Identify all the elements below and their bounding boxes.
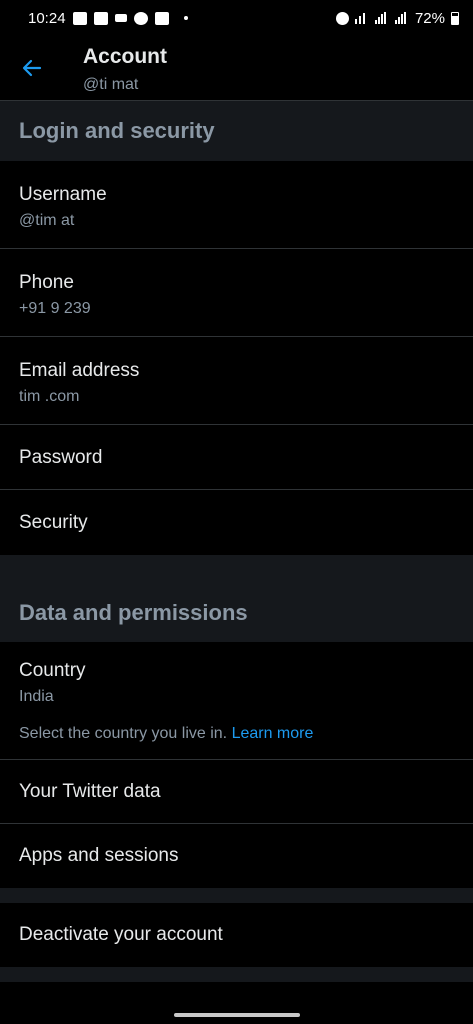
chat-icon [72, 11, 87, 25]
status-bar: 10:24 72% [0, 0, 473, 36]
call-signal-icon [394, 12, 409, 24]
news-icon [114, 14, 127, 22]
row-title: Country [19, 660, 86, 681]
status-left: 10:24 [28, 10, 188, 27]
email-value: tim .com [19, 388, 80, 405]
app-header: Account @ti mat [0, 36, 473, 101]
section-gap [0, 967, 473, 982]
more-notifications-icon [183, 16, 188, 20]
facebook-icon [133, 11, 148, 25]
apps-sessions-row[interactable]: Apps and sessions [0, 824, 473, 888]
learn-more-link[interactable]: Learn more [232, 725, 314, 742]
phone-value: +91 9 239 [19, 300, 91, 317]
email-row[interactable]: Email address tim .com [0, 337, 473, 425]
deactivate-row[interactable]: Deactivate your account [0, 903, 473, 967]
signal-icon [374, 12, 389, 24]
page-title: Account [83, 45, 167, 68]
row-title: Deactivate your account [19, 924, 223, 945]
alarm-icon [335, 11, 349, 25]
row-title: Password [19, 447, 103, 468]
battery-percent: 72% [414, 9, 445, 27]
country-row[interactable]: Country India Select the country you liv… [0, 642, 473, 760]
password-row[interactable]: Password [0, 425, 473, 490]
username-row[interactable]: Username @tim at [0, 161, 473, 249]
security-row[interactable]: Security [0, 490, 473, 555]
row-title: Your Twitter data [19, 781, 161, 802]
wifi-icon [354, 12, 369, 24]
status-right: 72% [335, 9, 459, 27]
section-gap [0, 888, 473, 903]
status-time: 10:24 [28, 9, 66, 27]
section-title: Login and security [19, 118, 215, 143]
username-value: @tim at [19, 212, 75, 229]
section-login-security: Login and security [0, 101, 473, 161]
row-title: Phone [19, 272, 74, 293]
arrow-left-icon [22, 59, 42, 77]
row-title: Apps and sessions [19, 845, 179, 866]
battery-icon [451, 11, 459, 25]
section-data-permissions: Data and permissions [0, 555, 473, 642]
twitter-data-row[interactable]: Your Twitter data [0, 760, 473, 824]
section-title: Data and permissions [19, 600, 248, 625]
app-icon [154, 11, 169, 25]
row-title: Username [19, 184, 107, 205]
country-value: India [19, 688, 54, 705]
country-note: Select the country you live in. Learn mo… [19, 725, 313, 743]
row-title: Security [19, 512, 88, 533]
phone-row[interactable]: Phone +91 9 239 [0, 249, 473, 337]
account-handle: @ti mat [83, 76, 139, 93]
navigation-handle[interactable] [173, 1013, 300, 1017]
back-button[interactable] [20, 56, 44, 80]
country-note-text: Select the country you live in. [19, 725, 228, 742]
row-title: Email address [19, 360, 140, 381]
gallery-icon [93, 11, 108, 25]
